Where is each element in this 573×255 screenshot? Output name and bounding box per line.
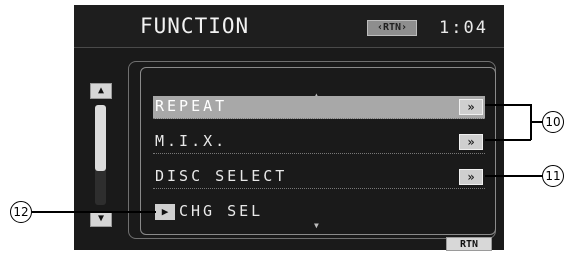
- callout-10-line-bottom: [485, 139, 531, 141]
- menu-item-repeat[interactable]: REPEAT »: [153, 96, 485, 119]
- menu-item-disc-select[interactable]: DISC SELECT »: [153, 166, 485, 189]
- play-icon: ▶: [155, 204, 175, 220]
- callout-12: 12: [10, 201, 32, 223]
- menu-item-label: M.I.X.: [155, 132, 228, 150]
- return-button[interactable]: RTN: [446, 237, 492, 251]
- header-bar: FUNCTION ‹RTN› 1:04: [74, 5, 504, 48]
- mix-submenu-button[interactable]: »: [459, 134, 483, 150]
- scroll-down-arrow-icon[interactable]: ▼: [90, 211, 112, 227]
- menu-item-label: DISC SELECT: [155, 167, 288, 185]
- scroll-thumb[interactable]: [95, 105, 106, 171]
- callout-10: 10: [542, 111, 564, 133]
- disc-select-submenu-button[interactable]: »: [459, 169, 483, 185]
- callout-11: 11: [542, 165, 564, 187]
- menu-item-mix[interactable]: M.I.X. »: [153, 131, 485, 154]
- head-unit-screen: FUNCTION ‹RTN› 1:04 ▲ ▼ ▲ REPEAT » M.I.X…: [74, 5, 504, 251]
- menu-item-label: CHG SEL: [179, 202, 264, 220]
- callout-12-line: [32, 211, 156, 213]
- more-below-icon: ▼: [314, 221, 319, 230]
- page-title: FUNCTION: [140, 14, 250, 38]
- callout-10-line-top: [485, 104, 531, 106]
- repeat-submenu-button[interactable]: »: [459, 99, 483, 115]
- clock: 1:04: [439, 18, 488, 38]
- scroll-track[interactable]: [95, 105, 106, 205]
- rtn-badge-label: RTN: [382, 22, 402, 33]
- callout-11-line: [485, 175, 543, 177]
- rtn-badge[interactable]: ‹RTN›: [367, 20, 417, 36]
- menu-item-chg-sel[interactable]: ▶ CHG SEL: [153, 201, 485, 223]
- menu-item-label: REPEAT: [155, 97, 228, 115]
- scroll-up-arrow-icon[interactable]: ▲: [90, 83, 112, 99]
